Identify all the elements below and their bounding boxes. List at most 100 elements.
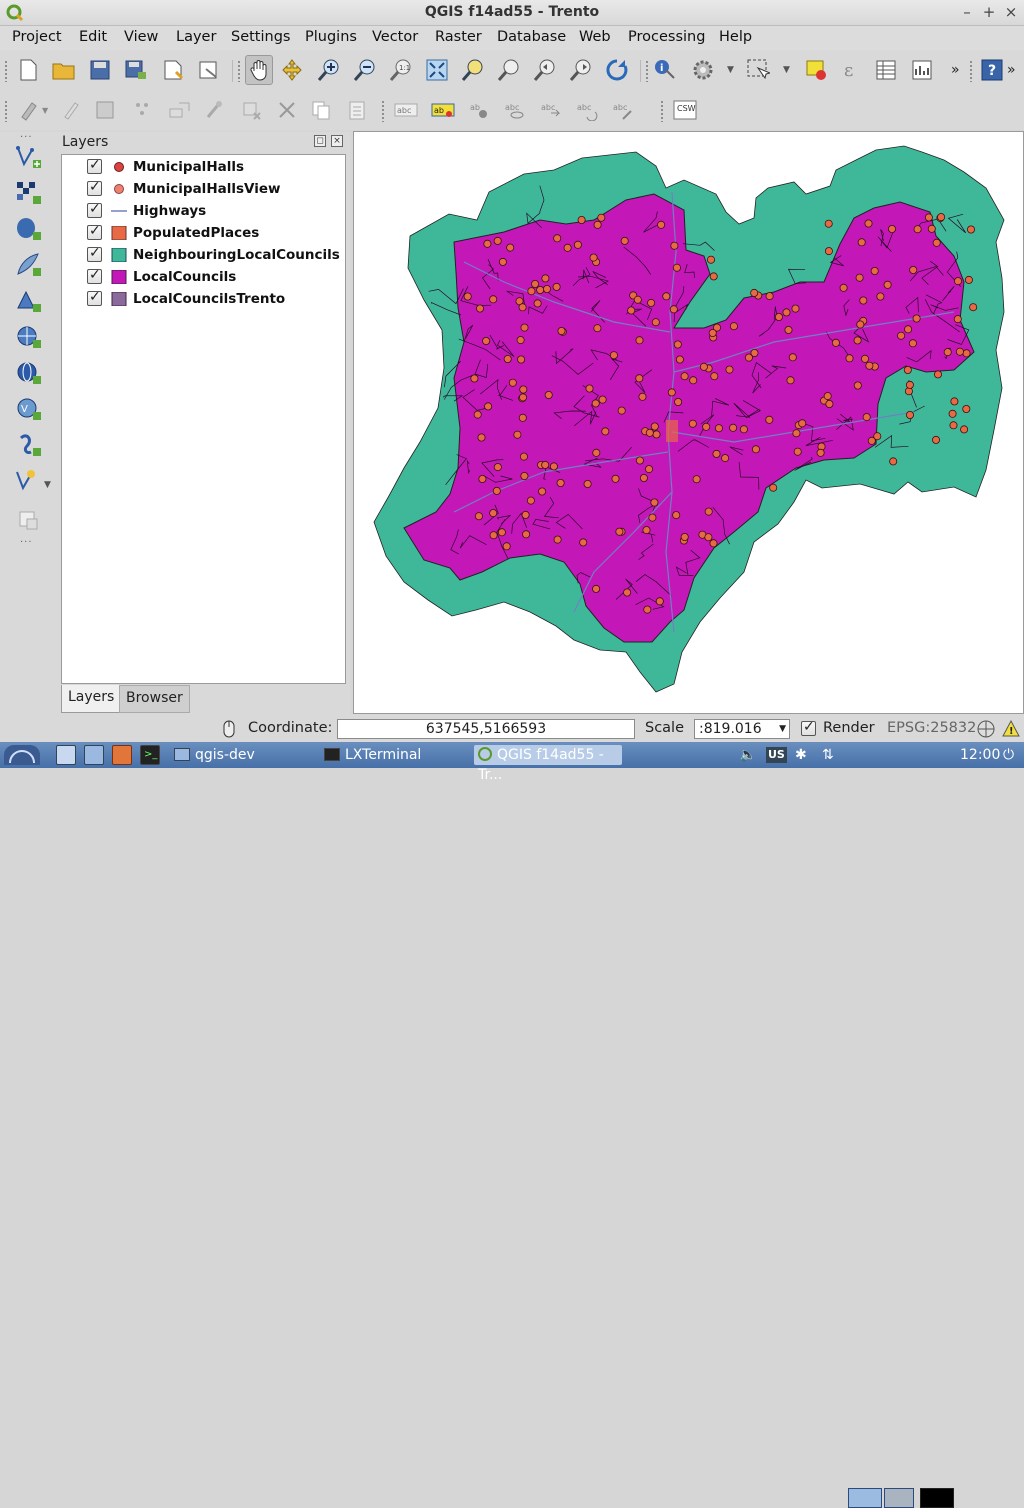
map-canvas[interactable] (353, 131, 1024, 714)
start-menu-icon[interactable] (4, 745, 40, 765)
dropdown-arrow-icon[interactable]: ▼ (42, 106, 48, 115)
copy-features-icon[interactable] (308, 97, 334, 123)
identify-icon[interactable]: i (652, 57, 678, 83)
refresh-icon[interactable] (604, 57, 630, 83)
file-manager-icon[interactable] (84, 745, 104, 765)
taskbar-item-lxterminal[interactable]: LXTerminal (324, 745, 470, 765)
remove-layer-icon[interactable] (12, 505, 46, 535)
statistics-icon[interactable] (909, 57, 935, 83)
layer-item-populatedplaces[interactable]: PopulatedPlaces (62, 222, 345, 244)
minimize-icon[interactable]: – (958, 3, 976, 21)
show-hide-labels-icon[interactable]: abc (502, 97, 528, 123)
layer-visibility-checkbox[interactable] (87, 179, 102, 196)
rotate-label-icon[interactable]: abc (574, 97, 600, 123)
paste-features-icon[interactable] (344, 97, 370, 123)
layer-item-municipalhalls[interactable]: MunicipalHalls (62, 156, 345, 178)
more-tools-chevron[interactable]: » (1007, 62, 1016, 78)
workspace-2[interactable] (884, 1488, 914, 1508)
pin-labels-icon[interactable]: ab (467, 97, 493, 123)
terminal-launcher-icon[interactable]: >_ (140, 745, 160, 765)
add-vector-layer-icon[interactable] (12, 142, 46, 172)
menu-edit[interactable]: Edit (79, 29, 107, 45)
layer-visibility-checkbox[interactable] (87, 245, 102, 262)
add-wms-layer-icon[interactable] (12, 322, 46, 352)
action-gear-icon[interactable] (690, 57, 716, 83)
toolbar-grip[interactable] (381, 100, 385, 122)
tab-browser[interactable]: Browser (119, 685, 190, 713)
node-tool-icon[interactable] (202, 97, 228, 123)
menu-vector[interactable]: Vector (372, 29, 418, 45)
firefox-icon[interactable] (112, 745, 132, 765)
menu-view[interactable]: View (124, 29, 158, 45)
csw-icon[interactable]: CSW (673, 97, 699, 123)
add-feature-icon[interactable] (130, 97, 156, 123)
save-project-icon[interactable] (87, 57, 113, 83)
pan-hand-icon[interactable] (245, 55, 273, 85)
menu-raster[interactable]: Raster (435, 29, 482, 45)
menu-processing[interactable]: Processing (628, 29, 705, 45)
menu-help[interactable]: Help (719, 29, 752, 45)
menu-layer[interactable]: Layer (176, 29, 216, 45)
zoom-out-icon[interactable] (352, 57, 378, 83)
dropdown-arrow-icon[interactable]: ▼ (783, 65, 790, 75)
layer-visibility-checkbox[interactable] (87, 289, 102, 306)
toolbar-grip[interactable] (645, 60, 649, 82)
menu-plugins[interactable]: Plugins (305, 29, 357, 45)
new-print-composer-icon[interactable] (160, 57, 186, 83)
toolbar-grip[interactable] (969, 60, 973, 82)
help-icon[interactable]: ? (979, 57, 1005, 83)
new-project-icon[interactable] (15, 57, 41, 83)
render-checkbox[interactable]: ✓ (801, 719, 816, 736)
layer-labeling-icon[interactable]: ab (430, 97, 456, 123)
add-postgis-layer-icon[interactable] (12, 214, 46, 244)
layer-item-localcouncilstrento[interactable]: LocalCouncilsTrento (62, 288, 345, 310)
toolbar-grip[interactable] (237, 60, 241, 82)
dropdown-arrow-icon[interactable]: ▼ (779, 720, 786, 738)
taskbar-item-qgis-dev[interactable]: qgis-dev (174, 745, 316, 765)
menu-project[interactable]: Project (12, 29, 62, 45)
messages-icon[interactable]: ! (1001, 719, 1021, 739)
layer-item-neighbouringlocalcouncils[interactable]: NeighbouringLocalCouncils (62, 244, 345, 266)
coordinate-field[interactable]: 637545,5166593 (337, 719, 635, 739)
layer-item-highways[interactable]: Highways (62, 200, 345, 222)
open-project-icon[interactable] (51, 57, 77, 83)
add-spatialite-layer-icon[interactable] (12, 250, 46, 280)
crs-status[interactable]: EPSG:25832 (887, 720, 976, 736)
toolbar-grip[interactable]: ··· (20, 537, 33, 548)
zoom-full-icon[interactable] (424, 57, 450, 83)
toolbar-grip[interactable] (4, 60, 8, 82)
save-as-icon[interactable] (123, 57, 149, 83)
workspace-1[interactable] (848, 1488, 882, 1508)
add-wcs-layer-icon[interactable] (12, 358, 46, 388)
menu-settings[interactable]: Settings (231, 29, 290, 45)
bluetooth-icon[interactable]: ✱ (795, 745, 807, 765)
more-tools-chevron[interactable]: » (951, 62, 960, 78)
dropdown-arrow-icon[interactable]: ▼ (44, 480, 51, 490)
toolbar-grip[interactable] (660, 100, 664, 122)
delete-selected-icon[interactable] (238, 97, 264, 123)
layer-item-localcouncils[interactable]: LocalCouncils (62, 266, 345, 288)
power-icon[interactable]: ⏻ (1003, 745, 1014, 765)
volume-icon[interactable]: 🔈 (739, 745, 756, 765)
menu-web[interactable]: Web (579, 29, 611, 45)
zoom-to-selection-icon[interactable] (460, 57, 486, 83)
layer-visibility-checkbox[interactable] (87, 201, 102, 218)
deselect-icon[interactable] (803, 57, 829, 83)
label-abc-icon[interactable]: abc (393, 97, 419, 123)
attribute-table-icon[interactable] (873, 57, 899, 83)
add-wfs-layer-icon[interactable]: V (12, 394, 46, 424)
zoom-native-icon[interactable]: 1:1 (388, 57, 414, 83)
composer-manager-icon[interactable] (196, 57, 222, 83)
pan-to-selection-icon[interactable] (279, 57, 305, 83)
taskbar-item-qgis[interactable]: QGIS f14ad55 - Tr... (474, 745, 622, 783)
move-feature-icon[interactable] (166, 97, 192, 123)
save-edits-icon[interactable] (92, 97, 118, 123)
change-label-icon[interactable]: abc (610, 97, 636, 123)
layer-visibility-checkbox[interactable] (87, 157, 102, 174)
map-svg[interactable] (354, 132, 1023, 713)
keyboard-layout[interactable]: US (766, 747, 787, 763)
zoom-to-layer-icon[interactable] (496, 57, 522, 83)
current-edits-icon[interactable] (16, 97, 42, 123)
layer-visibility-checkbox[interactable] (87, 267, 102, 284)
layers-tree[interactable]: MunicipalHalls MunicipalHallsView Highwa… (61, 154, 346, 684)
